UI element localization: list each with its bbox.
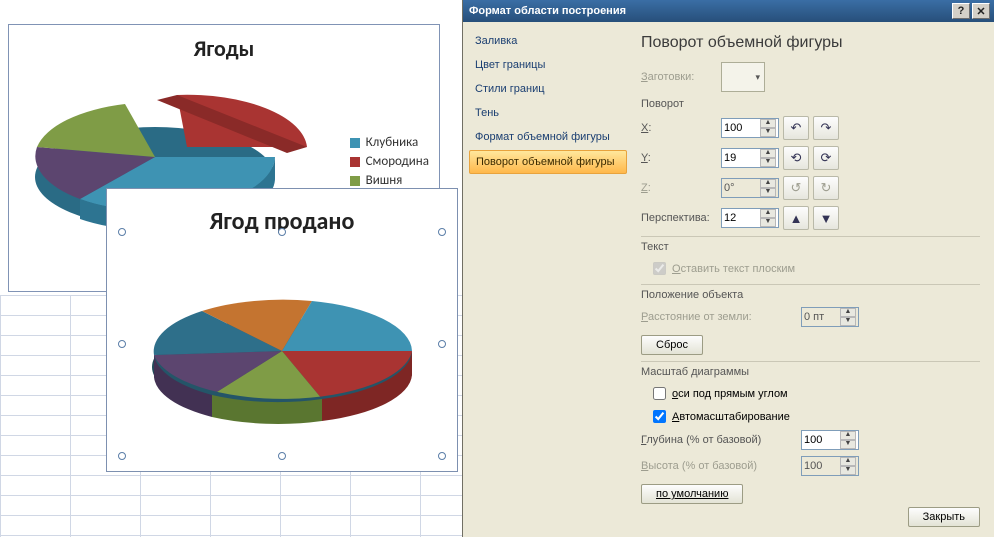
autoscale-label: Автомасштабирование <box>672 411 790 423</box>
rotate-z-ccw-button: ↺ <box>783 176 809 200</box>
pie-chart-2 <box>117 241 447 461</box>
nav-shadow[interactable]: Тень <box>469 102 627 124</box>
spin-up: ▲ <box>840 308 856 317</box>
depth-label: Глубина (% от базовой) <box>641 434 801 446</box>
nav-border-styles[interactable]: Стили границ <box>469 78 627 100</box>
rotate-z-cw-button: ↻ <box>813 176 839 200</box>
spin-up[interactable]: ▲ <box>760 119 776 128</box>
spreadsheet-area: Ягоды Клубника Смородина <box>0 0 462 537</box>
spin-down: ▼ <box>840 317 856 326</box>
pane-title: Поворот объемной фигуры <box>641 34 980 52</box>
spin-up[interactable]: ▲ <box>760 209 776 218</box>
distance-value <box>802 309 840 326</box>
x-label: X: <box>641 122 721 134</box>
legend-item: Вишня <box>350 173 429 188</box>
height-label: Высота (% от базовой) <box>641 460 801 472</box>
keep-text-flat-checkbox <box>653 262 666 275</box>
dialog-nav: Заливка Цвет границы Стили границ Тень Ф… <box>463 22 633 537</box>
scale-group-label: Масштаб диаграммы <box>641 361 980 378</box>
dialog-content: Поворот объемной фигуры Заготовки: Повор… <box>633 22 994 537</box>
spin-up: ▲ <box>760 179 776 188</box>
text-group-label: Текст <box>641 236 980 253</box>
spin-down: ▼ <box>760 188 776 197</box>
presets-dropdown[interactable] <box>721 62 765 92</box>
nav-3d-format[interactable]: Формат объемной фигуры <box>469 126 627 148</box>
height-input: ▲▼ <box>801 456 859 476</box>
nav-3d-rotation[interactable]: Поворот объемной фигуры <box>469 150 627 174</box>
rotate-x-left-button[interactable]: ↶ <box>783 116 809 140</box>
resize-handle[interactable] <box>278 228 286 236</box>
rotate-y-up-button[interactable]: ⟲ <box>783 146 809 170</box>
legend-swatch <box>350 138 360 148</box>
rotation-group-label: Поворот <box>641 98 980 110</box>
presets-label: Заготовки: <box>641 71 721 83</box>
resize-handle[interactable] <box>118 228 126 236</box>
perspective-input[interactable]: ▲▼ <box>721 208 779 228</box>
z-rotation-input: ▲▼ <box>721 178 779 198</box>
spin-up: ▲ <box>840 457 856 466</box>
spin-up[interactable]: ▲ <box>840 431 856 440</box>
rotate-y-down-button[interactable]: ⟳ <box>813 146 839 170</box>
nav-fill[interactable]: Заливка <box>469 30 627 52</box>
spin-down: ▼ <box>840 466 856 475</box>
autoscale-checkbox[interactable] <box>653 410 666 423</box>
z-label: Z: <box>641 182 721 194</box>
dialog-titlebar[interactable]: Формат области построения ? ✕ <box>463 0 994 22</box>
help-button[interactable]: ? <box>952 3 970 19</box>
nav-border-color[interactable]: Цвет границы <box>469 54 627 76</box>
perspective-narrow-button[interactable]: ▲ <box>783 206 809 230</box>
x-value[interactable] <box>722 120 760 137</box>
height-value <box>802 458 840 475</box>
perspective-value[interactable] <box>722 210 760 227</box>
default-button[interactable]: по умолчанию <box>641 484 743 504</box>
legend-swatch <box>350 176 360 186</box>
y-rotation-input[interactable]: ▲▼ <box>721 148 779 168</box>
keep-text-flat-label: Оставить текст плоским <box>672 263 795 275</box>
dialog-title: Формат области построения <box>469 5 950 17</box>
reset-button[interactable]: Сброс <box>641 335 703 355</box>
legend-label: Смородина <box>366 154 429 169</box>
rotate-x-right-button[interactable]: ↷ <box>813 116 839 140</box>
z-value <box>722 180 760 197</box>
spin-down[interactable]: ▼ <box>760 128 776 137</box>
close-button[interactable]: ✕ <box>972 3 990 19</box>
y-value[interactable] <box>722 150 760 167</box>
legend-swatch <box>350 157 360 167</box>
y-label: Y: <box>641 152 721 164</box>
chart-berries-sold[interactable]: Ягод продано <box>106 188 458 472</box>
x-rotation-input[interactable]: ▲▼ <box>721 118 779 138</box>
spin-up[interactable]: ▲ <box>760 149 776 158</box>
position-group-label: Положение объекта <box>641 284 980 301</box>
format-plot-area-dialog: Формат области построения ? ✕ Заливка Цв… <box>462 0 994 537</box>
depth-value[interactable] <box>802 432 840 449</box>
chart-legend: Клубника Смородина Вишня <box>350 135 429 192</box>
spin-down[interactable]: ▼ <box>760 218 776 227</box>
spin-down[interactable]: ▼ <box>760 158 776 167</box>
distance-label: Расстояние от земли: <box>641 311 801 323</box>
legend-item: Клубника <box>350 135 429 150</box>
legend-item: Смородина <box>350 154 429 169</box>
dialog-close-button[interactable]: Закрыть <box>908 507 980 527</box>
right-angle-axes-label: оси под прямым углом <box>672 388 788 400</box>
depth-input[interactable]: ▲▼ <box>801 430 859 450</box>
legend-label: Вишня <box>366 173 403 188</box>
legend-label: Клубника <box>366 135 419 150</box>
spin-down[interactable]: ▼ <box>840 440 856 449</box>
resize-handle[interactable] <box>438 228 446 236</box>
distance-input: ▲▼ <box>801 307 859 327</box>
perspective-label: Перспектива: <box>641 212 721 224</box>
right-angle-axes-checkbox[interactable] <box>653 387 666 400</box>
perspective-wide-button[interactable]: ▼ <box>813 206 839 230</box>
